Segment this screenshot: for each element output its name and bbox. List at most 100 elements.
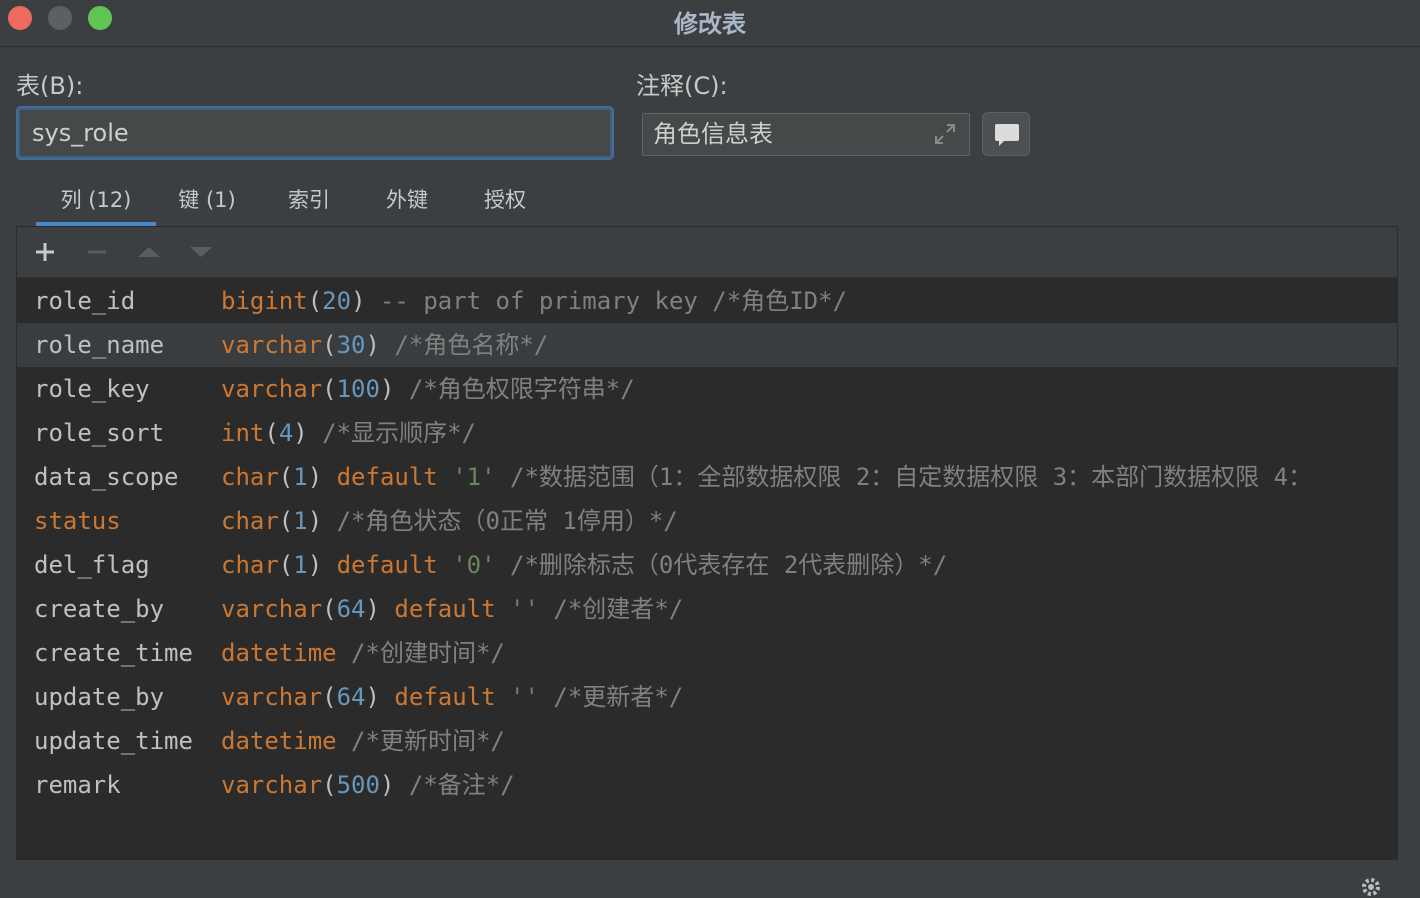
- column-row[interactable]: remark varchar(500) /*备注*/: [17, 763, 1397, 807]
- default-keyword: default: [336, 551, 438, 579]
- paren: (: [278, 463, 294, 491]
- table-name-input[interactable]: sys_role: [18, 108, 612, 158]
- column-length: 1: [293, 551, 308, 579]
- tab-foreign-keys[interactable]: 外键: [376, 176, 438, 226]
- paren: ): [379, 771, 395, 799]
- table-name-label: 表(B):: [16, 72, 84, 100]
- paren: ): [379, 375, 395, 403]
- paren: ): [307, 507, 323, 535]
- column-comment: /*角色ID*/: [697, 287, 848, 315]
- tab-grants[interactable]: 授权: [474, 176, 536, 226]
- expand-icon[interactable]: [933, 122, 957, 146]
- column-comment: /*创建时间*/: [336, 639, 505, 667]
- comment-button[interactable]: [982, 112, 1030, 156]
- columns-toolbar: [17, 227, 1397, 278]
- tab-columns[interactable]: 列 (12): [36, 176, 156, 226]
- column-type: varchar: [221, 595, 323, 623]
- column-name: status: [34, 507, 121, 535]
- column-length: 1: [293, 507, 308, 535]
- remove-icon[interactable]: [84, 239, 110, 265]
- move-down-icon[interactable]: [188, 239, 214, 265]
- column-row[interactable]: role_id bigint(20) -- part of primary key…: [17, 279, 1397, 323]
- column-name: role_id: [34, 287, 136, 315]
- default-keyword: default: [394, 595, 496, 623]
- window-title: 修改表: [674, 10, 746, 38]
- title-bar: 修改表: [0, 0, 1420, 47]
- column-definitions[interactable]: role_id bigint (20) -- part of primary key…: [17, 279, 1397, 807]
- paren: ): [351, 287, 366, 315]
- column-comment: /*角色名称*/: [379, 331, 549, 359]
- column-name: update_time: [34, 727, 193, 755]
- column-row[interactable]: del_flag char(1) default '0' /*删除标志（0代表存在…: [17, 543, 1397, 587]
- tab-indexes[interactable]: 索引: [278, 176, 340, 226]
- default-keyword: default: [336, 463, 438, 491]
- default-value: '1': [452, 463, 496, 491]
- paren: ): [365, 331, 380, 359]
- column-comment: /*删除标志（0代表存在 2代表删除）*/: [495, 551, 948, 579]
- column-row[interactable]: update_time datetime /*更新时间*/: [17, 719, 1397, 763]
- paren: (: [264, 419, 279, 447]
- column-type: varchar: [221, 683, 323, 711]
- comment-label: 注释(C):: [636, 72, 728, 100]
- add-icon[interactable]: [32, 239, 58, 265]
- paren: (: [322, 375, 337, 403]
- column-row[interactable]: data_scope char(1) default '1' /*数据范围（1：全…: [17, 455, 1397, 499]
- column-comment: /*更新者*/: [538, 683, 684, 711]
- column-row[interactable]: create_by varchar(64) default '' /*创建者*/: [17, 587, 1397, 631]
- comment-input[interactable]: 角色信息表: [642, 113, 970, 156]
- column-type: datetime: [221, 727, 337, 755]
- column-type: varchar: [221, 771, 323, 799]
- column-type: bigint: [221, 287, 308, 315]
- move-up-icon[interactable]: [136, 239, 162, 265]
- paren: ): [307, 463, 323, 491]
- column-length: 30: [336, 331, 366, 359]
- paren: ): [365, 595, 380, 623]
- column-type: char: [221, 551, 279, 579]
- tab-keys[interactable]: 键 (1): [166, 176, 248, 226]
- column-length: 500: [336, 771, 380, 799]
- column-row[interactable]: role_sort int(4) /*显示顺序*/: [17, 411, 1397, 455]
- column-name: del_flag: [34, 551, 150, 579]
- paren: (: [322, 331, 337, 359]
- paren: (: [322, 595, 337, 623]
- column-length: 100: [336, 375, 380, 403]
- column-comment: /*更新时间*/: [336, 727, 505, 755]
- column-type: int: [221, 419, 265, 447]
- paren: (: [278, 507, 294, 535]
- column-length: 1: [293, 463, 308, 491]
- paren: ): [293, 419, 308, 447]
- column-row[interactable]: role_name varchar(30) /*角色名称*/: [17, 323, 1397, 367]
- default-value: '0': [452, 551, 496, 579]
- default-value: '': [510, 683, 539, 711]
- column-length: 20: [322, 287, 352, 315]
- column-type: char: [221, 463, 279, 491]
- column-name: create_by: [34, 595, 165, 623]
- column-length: 64: [336, 595, 366, 623]
- column-comment: /*数据范围（1：全部数据权限 2：自定数据权限 3：本部门数据权限 4：: [495, 463, 1313, 491]
- column-row[interactable]: create_time datetime /*创建时间*/: [17, 631, 1397, 675]
- column-comment: /*创建者*/: [538, 595, 684, 623]
- column-row[interactable]: role_key varchar(100) /*角色权限字符串*/: [17, 367, 1397, 411]
- column-name: remark: [34, 771, 121, 799]
- column-type: datetime: [221, 639, 337, 667]
- gear-icon[interactable]: [1360, 876, 1382, 898]
- column-comment: /*角色权限字符串*/: [394, 375, 635, 403]
- column-name: role_name: [34, 331, 165, 359]
- column-comment: /*显示顺序*/: [307, 419, 476, 447]
- paren: (: [322, 683, 337, 711]
- column-row[interactable]: status char(1) /*角色状态（0正常 1停用）*/: [17, 499, 1397, 543]
- column-note: -- part of primary key: [365, 287, 698, 315]
- default-value: '': [510, 595, 539, 623]
- column-row[interactable]: update_by varchar(64) default '' /*更新者*/: [17, 675, 1397, 719]
- paren: ): [365, 683, 380, 711]
- paren: ): [307, 551, 323, 579]
- speech-bubble-icon: [995, 124, 1019, 146]
- comment-input-value: 角色信息表: [653, 120, 773, 148]
- default-keyword: default: [394, 683, 496, 711]
- column-name: create_time: [34, 639, 193, 667]
